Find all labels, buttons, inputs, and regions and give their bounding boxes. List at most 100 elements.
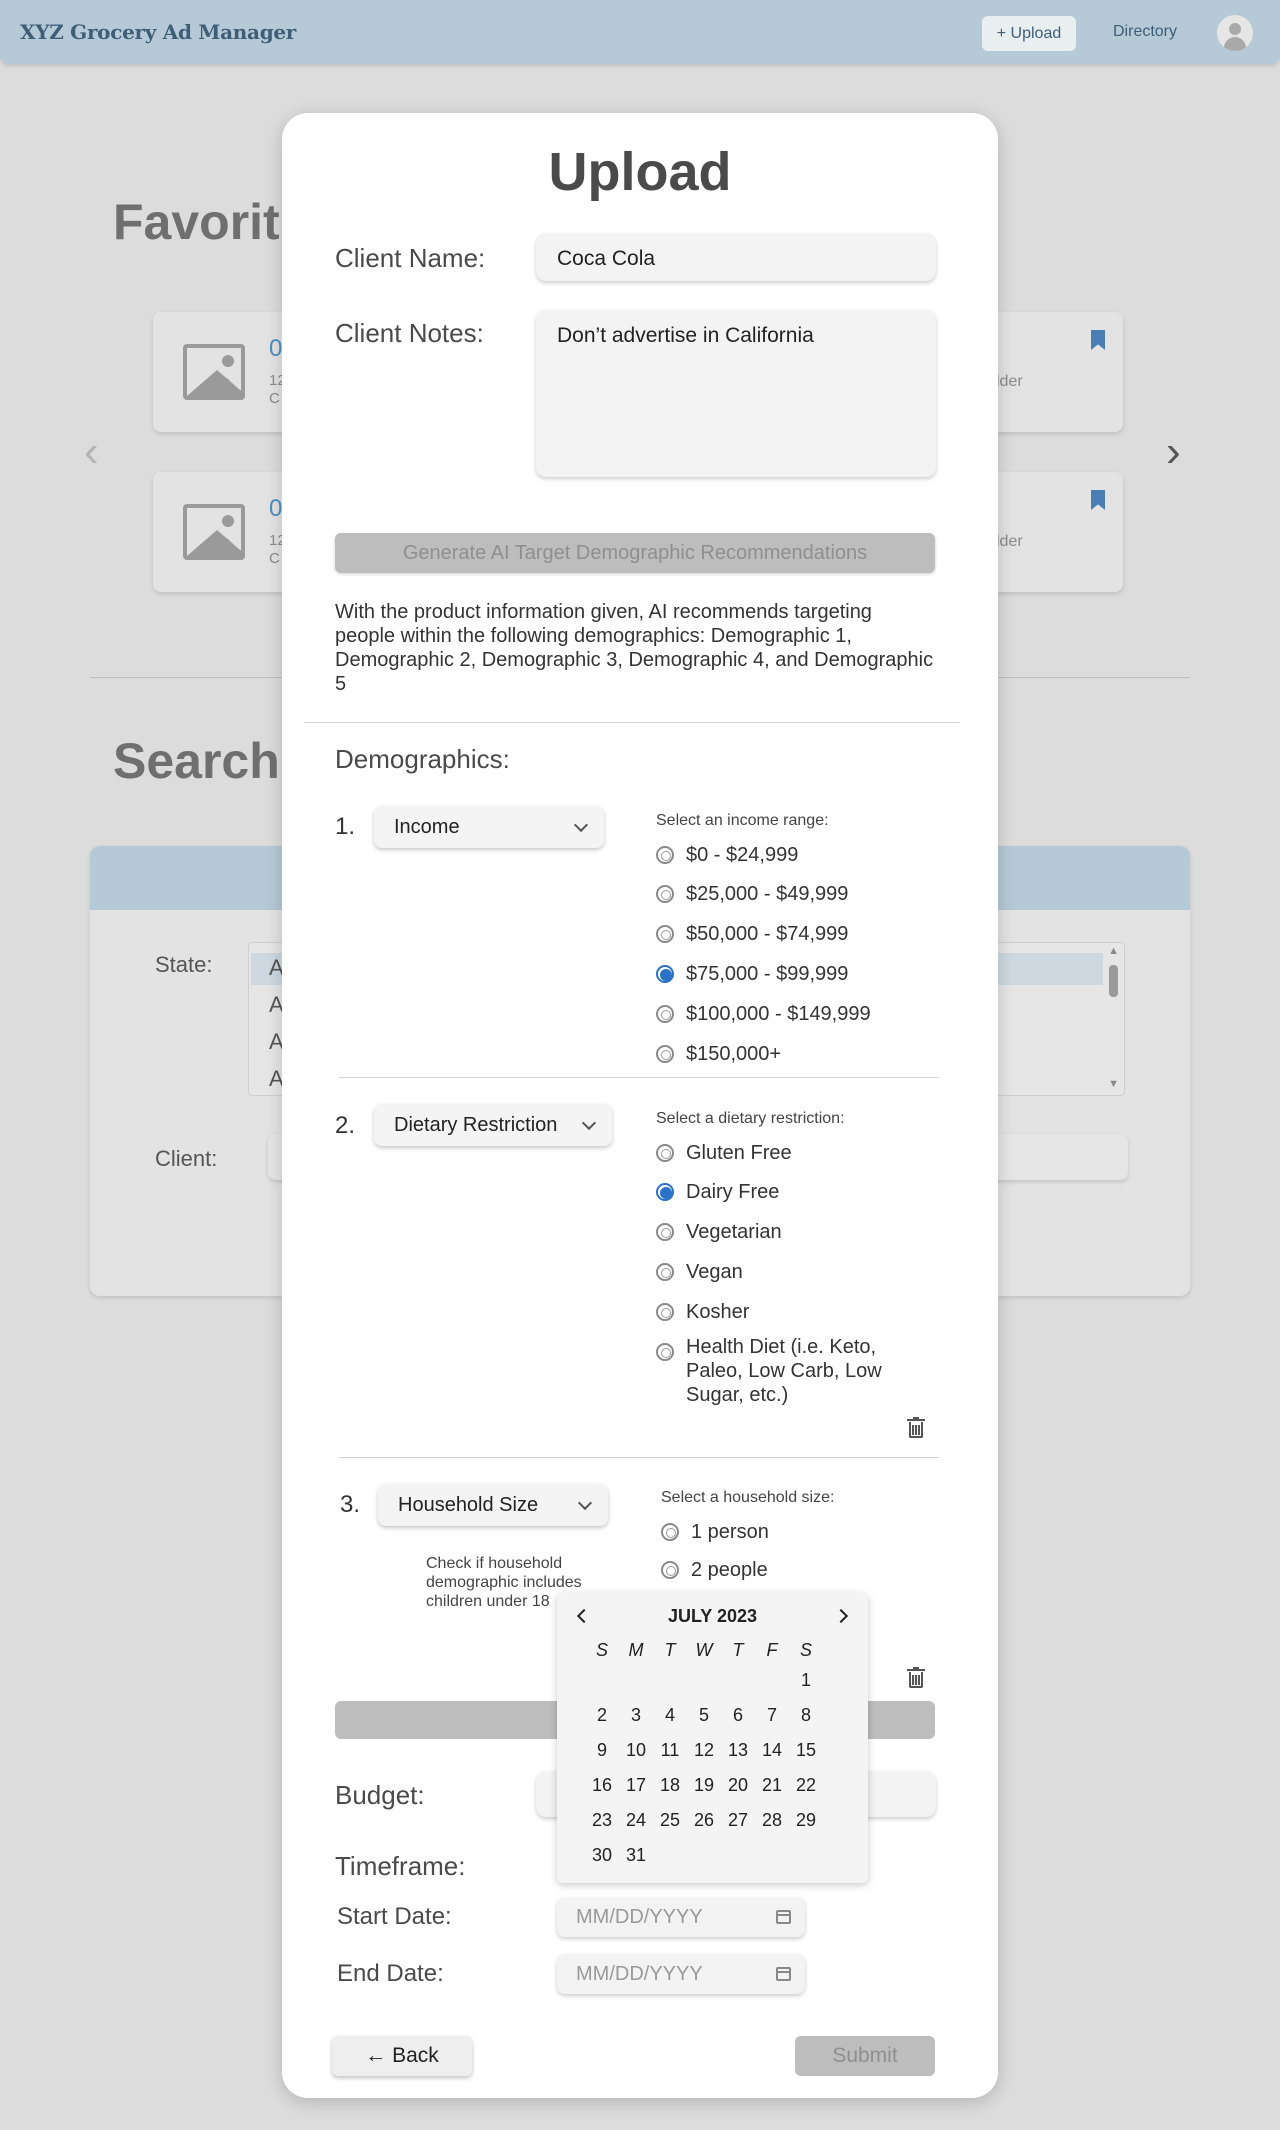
calendar-day[interactable]: 9 — [585, 1740, 619, 1761]
calendar-day[interactable]: 20 — [721, 1775, 755, 1796]
start-date-input[interactable]: MM/DD/YYYY — [557, 1897, 805, 1937]
dietary-option-label[interactable]: Dairy Free — [686, 1180, 779, 1204]
card-folder-text: lder — [996, 533, 1023, 550]
calendar-day[interactable]: 26 — [687, 1810, 721, 1831]
calendar-icon[interactable] — [776, 1910, 791, 1924]
back-button-label: Back — [392, 2044, 439, 2067]
bookmark-icon[interactable] — [1091, 490, 1105, 510]
weekday-header: F — [766, 1640, 778, 1660]
card-id[interactable]: 0 — [269, 335, 282, 363]
submit-button[interactable]: Submit — [795, 2036, 935, 2076]
calendar-day[interactable]: 11 — [653, 1740, 687, 1761]
end-date-input[interactable]: MM/DD/YYYY — [557, 1954, 805, 1994]
calendar-day[interactable]: 22 — [789, 1775, 823, 1796]
dietary-radio[interactable] — [656, 1303, 674, 1321]
income-option-label[interactable]: $50,000 - $74,999 — [686, 922, 848, 946]
scroll-down-icon[interactable]: ▼ — [1108, 1078, 1119, 1090]
calendar-day[interactable]: 25 — [653, 1810, 687, 1831]
delete-demographic-icon[interactable] — [907, 1417, 925, 1439]
dietary-option-label[interactable]: Vegan — [686, 1260, 743, 1284]
calendar-day[interactable]: 16 — [585, 1775, 619, 1796]
directory-nav-link[interactable]: Directory — [1113, 23, 1177, 41]
income-option-label[interactable]: $25,000 - $49,999 — [686, 882, 848, 906]
calendar-day[interactable]: 17 — [619, 1775, 653, 1796]
dietary-option-label[interactable]: Kosher — [686, 1300, 749, 1324]
household-radio[interactable] — [661, 1561, 679, 1579]
dietary-radio[interactable] — [656, 1343, 674, 1361]
calendar-day[interactable]: 12 — [687, 1740, 721, 1761]
bookmark-icon[interactable] — [1091, 330, 1105, 350]
calendar-day[interactable]: 8 — [789, 1705, 823, 1726]
carousel-prev-icon[interactable]: ‹ — [84, 430, 99, 474]
client-notes-textarea[interactable]: Don’t advertise in California — [536, 310, 936, 477]
income-radio-selected[interactable] — [656, 965, 674, 983]
carousel-next-icon[interactable]: › — [1166, 430, 1181, 474]
calendar-day[interactable]: 15 — [789, 1740, 823, 1761]
section-divider — [304, 722, 960, 723]
income-option-label[interactable]: $150,000+ — [686, 1042, 781, 1066]
income-option-label[interactable]: $0 - $24,999 — [686, 843, 798, 867]
client-name-label: Client Name: — [335, 243, 486, 273]
calendar-day[interactable]: 31 — [619, 1845, 653, 1866]
income-radio[interactable] — [656, 925, 674, 943]
weekday-header: S — [799, 1640, 812, 1660]
calendar-day[interactable]: 30 — [585, 1845, 619, 1866]
timeframe-label: Timeframe: — [335, 1851, 466, 1881]
dietary-option-label[interactable]: Gluten Free — [686, 1141, 792, 1165]
date-placeholder: MM/DD/YYYY — [576, 1906, 703, 1928]
upload-nav-button[interactable]: + Upload — [982, 16, 1076, 51]
calendar-day[interactable]: 6 — [721, 1705, 755, 1726]
calendar-day[interactable]: 23 — [585, 1810, 619, 1831]
demographic-category-dropdown[interactable]: Income — [374, 806, 604, 848]
demographic-category-dropdown[interactable]: Household Size — [378, 1484, 608, 1526]
client-name-input[interactable]: Coca Cola — [536, 233, 936, 281]
dietary-radio[interactable] — [656, 1223, 674, 1241]
card-folder-text: lder — [996, 373, 1023, 390]
calendar-day[interactable]: 10 — [619, 1740, 653, 1761]
calendar-day[interactable]: 24 — [619, 1810, 653, 1831]
generate-ai-recommendations-button[interactable]: Generate AI Target Demographic Recommend… — [335, 533, 935, 573]
calendar-day[interactable]: 3 — [619, 1705, 653, 1726]
dietary-option-label[interactable]: Vegetarian — [686, 1220, 782, 1244]
calendar-icon[interactable] — [776, 1967, 791, 1981]
app-brand[interactable]: XYZ Grocery Ad Manager — [20, 20, 296, 44]
weekday-header: M — [628, 1640, 644, 1660]
household-option-label[interactable]: 1 person — [691, 1520, 769, 1544]
demographic-category-dropdown[interactable]: Dietary Restriction — [374, 1104, 612, 1146]
income-radio[interactable] — [656, 885, 674, 903]
dietary-option-label[interactable]: Health Diet (i.e. Keto, Paleo, Low Carb,… — [686, 1335, 906, 1407]
income-radio[interactable] — [656, 846, 674, 864]
calendar-day[interactable]: 29 — [789, 1810, 823, 1831]
calendar-day[interactable]: 4 — [653, 1705, 687, 1726]
household-option-label[interactable]: 2 people — [691, 1558, 768, 1582]
back-button[interactable]: ← Back — [332, 2036, 472, 2076]
weekday-header: T — [664, 1640, 676, 1660]
dietary-radio-selected[interactable] — [656, 1183, 674, 1201]
calendar-day[interactable]: 28 — [755, 1810, 789, 1831]
income-radio[interactable] — [656, 1005, 674, 1023]
user-avatar-icon[interactable] — [1217, 15, 1253, 51]
weekday-header: T — [732, 1640, 744, 1660]
calendar-day[interactable]: 13 — [721, 1740, 755, 1761]
calendar-day[interactable]: 27 — [721, 1810, 755, 1831]
demographic-divider — [339, 1457, 939, 1458]
card-id[interactable]: 0 — [269, 495, 282, 523]
dietary-radio[interactable] — [656, 1263, 674, 1281]
calendar-day[interactable]: 2 — [585, 1705, 619, 1726]
scrollbar-thumb[interactable] — [1109, 965, 1118, 997]
calendar-day[interactable]: 5 — [687, 1705, 721, 1726]
calendar-day[interactable]: 1 — [789, 1670, 823, 1691]
income-option-label[interactable]: $100,000 - $149,999 — [686, 1002, 871, 1026]
dietary-radio[interactable] — [656, 1144, 674, 1162]
household-radio[interactable] — [661, 1523, 679, 1541]
calendar-day[interactable]: 14 — [755, 1740, 789, 1761]
favorites-title: Favorit — [113, 194, 280, 250]
calendar-day[interactable]: 7 — [755, 1705, 789, 1726]
calendar-day[interactable]: 21 — [755, 1775, 789, 1796]
delete-demographic-icon[interactable] — [907, 1667, 925, 1689]
calendar-day[interactable]: 19 — [687, 1775, 721, 1796]
scroll-up-icon[interactable]: ▲ — [1108, 945, 1119, 957]
calendar-day[interactable]: 18 — [653, 1775, 687, 1796]
income-option-label[interactable]: $75,000 - $99,999 — [686, 962, 848, 986]
income-radio[interactable] — [656, 1045, 674, 1063]
